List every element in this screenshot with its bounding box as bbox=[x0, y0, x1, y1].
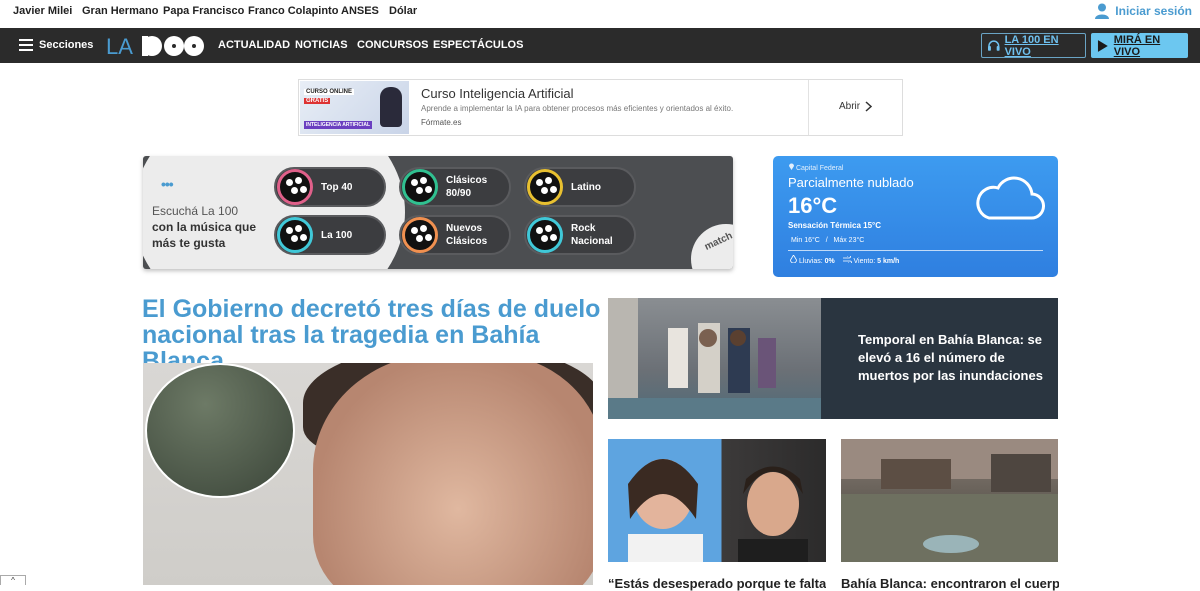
raindrop-icon bbox=[790, 254, 797, 264]
station-latino[interactable]: Latino bbox=[524, 167, 636, 207]
trend-link-gran-hermano[interactable]: Gran Hermano bbox=[82, 5, 158, 17]
trend-link-colapinto[interactable]: Franco Colapinto bbox=[248, 5, 338, 17]
politicians-photo bbox=[628, 459, 808, 562]
trend-link-dolar[interactable]: Dólar bbox=[389, 5, 417, 17]
station-label: Latino bbox=[571, 181, 601, 193]
watch-live-button[interactable]: MIRÁ EN VIVO bbox=[1091, 33, 1188, 58]
wind-value: 5 km/h bbox=[877, 258, 900, 265]
login-button[interactable]: Iniciar sesión bbox=[1095, 3, 1192, 19]
flooded-street-photo bbox=[841, 439, 1058, 562]
robot-illustration bbox=[380, 87, 402, 127]
weather-separator: / bbox=[825, 237, 828, 244]
station-label: Nuevos Clásicos bbox=[446, 223, 488, 247]
station-icon bbox=[527, 169, 563, 205]
match-widget: ••• Escuchá La 100 con la música que más… bbox=[143, 156, 733, 269]
user-icon bbox=[1095, 3, 1110, 19]
station-label: Rock Nacional bbox=[571, 223, 613, 247]
ad-source: Fórmate.es bbox=[421, 118, 462, 127]
ad-image-line2: GRATIS bbox=[304, 98, 331, 104]
station-icon bbox=[277, 217, 313, 253]
nav-noticias[interactable]: NOTICIAS bbox=[295, 39, 348, 51]
weather-location: Capital Federal bbox=[789, 163, 843, 172]
trend-link-papa-francisco[interactable]: Papa Francisco bbox=[163, 5, 244, 17]
match-intro-text: Escuchá La 100 con la música que más te … bbox=[152, 203, 262, 251]
station-icon bbox=[402, 169, 438, 205]
weather-temperature: 16°C bbox=[788, 193, 838, 218]
match-intro-line: Escuchá La 100 bbox=[152, 204, 239, 218]
ad-image: CURSO ONLINE GRATIS INTELIGENCIA ARTIFIC… bbox=[300, 81, 409, 134]
cloud-icon bbox=[976, 176, 1045, 220]
radio-live-button[interactable]: LA 100 EN VIVO bbox=[981, 33, 1086, 58]
play-icon bbox=[1097, 39, 1108, 52]
station-label: Top 40 bbox=[321, 181, 353, 193]
rain-value: 0% bbox=[824, 258, 835, 265]
trend-link-anses[interactable]: ANSES bbox=[341, 5, 379, 17]
main-story-image[interactable] bbox=[143, 363, 593, 585]
login-label: Iniciar sesión bbox=[1115, 4, 1192, 18]
weather-divider bbox=[788, 250, 1043, 251]
ad-description: Aprende a implementar la IA para obtener… bbox=[421, 104, 734, 113]
radio-live-label: LA 100 EN VIVO bbox=[1004, 33, 1059, 58]
ad-image-line3: INTELIGENCIA ARTIFICIAL bbox=[304, 121, 373, 129]
station-top40[interactable]: Top 40 bbox=[274, 167, 386, 207]
story-card-kirchner-milei[interactable] bbox=[608, 439, 826, 562]
match100-badge: match 100 bbox=[691, 222, 733, 269]
side-story-title[interactable]: Temporal en Bahía Blanca: se elevó a 16 … bbox=[858, 331, 1048, 385]
nav-concursos[interactable]: CONCURSOS bbox=[357, 39, 429, 51]
more-dots-icon[interactable]: ••• bbox=[161, 176, 174, 192]
station-label: La 100 bbox=[321, 229, 353, 241]
story-card-bahia-blanca[interactable] bbox=[841, 439, 1058, 562]
location-pin-icon bbox=[789, 163, 794, 170]
story-caption-2[interactable]: Bahía Blanca: encontraron el cuerpo bbox=[841, 576, 1059, 591]
ad-banner[interactable]: CURSO ONLINE GRATIS INTELIGENCIA ARTIFIC… bbox=[298, 79, 903, 136]
station-nuevos-clasicos[interactable]: Nuevos Clásicos bbox=[399, 215, 511, 255]
weather-max: Máx 23°C bbox=[833, 237, 865, 244]
station-rock-nacional[interactable]: Rock Nacional bbox=[524, 215, 636, 255]
weather-location-text: Capital Federal bbox=[795, 165, 844, 172]
flood-inset-image bbox=[145, 363, 295, 498]
menu-icon[interactable] bbox=[19, 39, 33, 51]
watch-live-label: MIRÁ EN VIVO bbox=[1113, 33, 1161, 58]
side-story-image bbox=[608, 298, 821, 419]
ad-open-label: Abrir bbox=[839, 101, 861, 112]
weather-min-max: Min 16°C / Máx 23°C bbox=[791, 237, 864, 244]
side-story-card[interactable]: Temporal en Bahía Blanca: se elevó a 16 … bbox=[608, 298, 1058, 419]
match-intro-bold: con la música que más te gusta bbox=[152, 220, 257, 250]
station-la100[interactable]: La 100 bbox=[274, 215, 386, 255]
station-icon bbox=[527, 217, 563, 253]
weather-min: Min 16°C bbox=[791, 237, 820, 244]
scroll-up-button[interactable]: ^ bbox=[0, 575, 26, 585]
story-caption-1[interactable]: “Estás desesperado porque te faltan bbox=[608, 576, 826, 591]
nav-actualidad[interactable]: ACTUALIDAD bbox=[218, 39, 290, 51]
station-label: Clásicos 80/90 bbox=[446, 175, 488, 199]
svg-text:LA: LA bbox=[106, 34, 133, 58]
ad-divider bbox=[808, 80, 809, 135]
ad-image-line1: CURSO ONLINE bbox=[304, 89, 355, 95]
sections-button[interactable]: Secciones bbox=[39, 39, 93, 51]
wind-label: Viento: bbox=[853, 258, 876, 265]
ad-open-button[interactable]: Abrir bbox=[839, 101, 873, 112]
trend-link-milei[interactable]: Javier Milei bbox=[13, 5, 72, 17]
weather-feels-like: Sensación Térmica 15°C bbox=[788, 221, 882, 230]
wind-icon bbox=[842, 254, 852, 265]
weather-rain-wind: Lluvias: 0% Viento: 5 km/h bbox=[790, 254, 900, 265]
photo-face bbox=[313, 363, 593, 585]
station-icon bbox=[402, 217, 438, 253]
station-icon bbox=[277, 169, 313, 205]
weather-condition: Parcialmente nublado bbox=[788, 175, 914, 190]
flood-rescue-photo bbox=[608, 298, 821, 419]
match100-badge-text: match 100 bbox=[702, 222, 733, 253]
nav-espectaculos[interactable]: ESPECTÁCULOS bbox=[433, 39, 523, 51]
trending-bar: Javier Milei Gran Hermano Papa Francisco… bbox=[0, 0, 1200, 28]
ad-title[interactable]: Curso Inteligencia Artificial bbox=[421, 86, 573, 101]
headphones-icon bbox=[988, 40, 1000, 51]
weather-widget[interactable]: Capital Federal Parcialmente nublado 16°… bbox=[773, 156, 1058, 277]
chevron-right-icon bbox=[865, 101, 873, 112]
la100-logo[interactable]: LA bbox=[106, 34, 206, 58]
station-clasicos-80-90[interactable]: Clásicos 80/90 bbox=[399, 167, 511, 207]
rain-label: Lluvias: bbox=[798, 258, 823, 265]
